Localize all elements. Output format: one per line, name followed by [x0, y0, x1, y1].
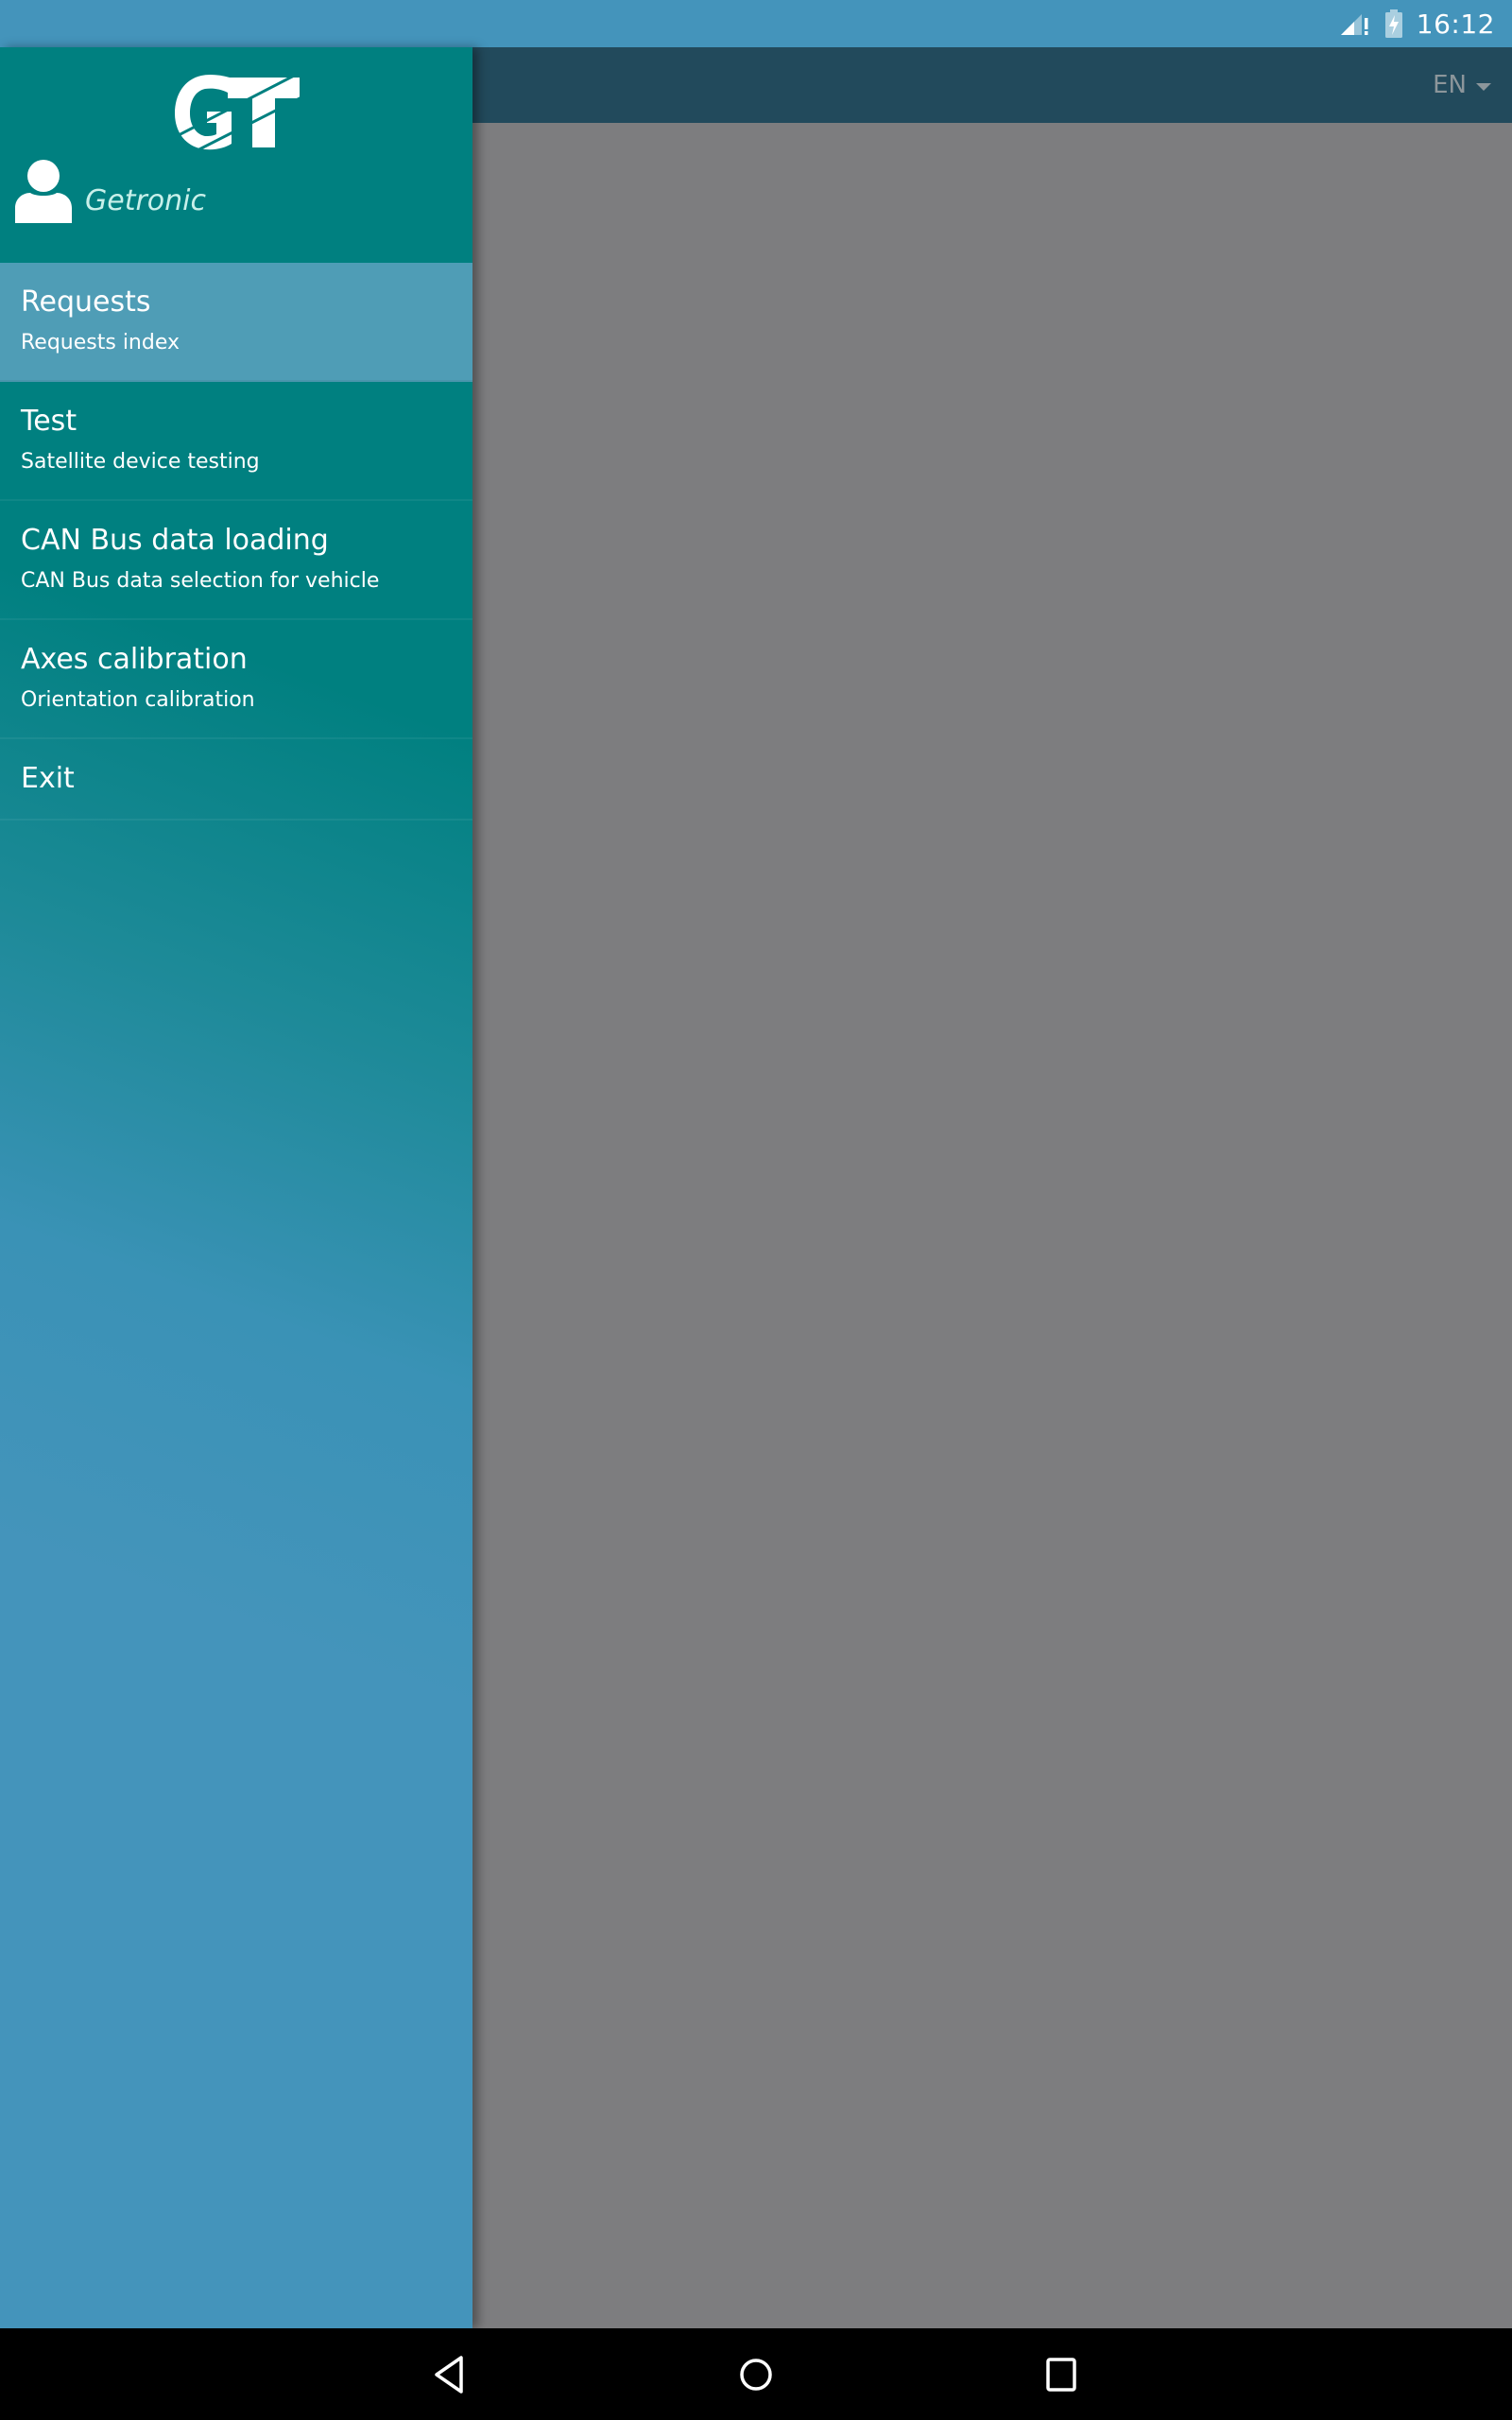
language-dropdown[interactable]: EN	[1433, 47, 1491, 123]
user-avatar-icon	[15, 160, 72, 223]
drawer-menu: Requests Requests index Test Satellite d…	[0, 263, 472, 821]
user-name: Getronic	[85, 184, 206, 217]
menu-item-subtitle: Satellite device testing	[21, 450, 260, 474]
drawer-header: Getronic	[0, 47, 472, 263]
language-label: EN	[1433, 71, 1467, 99]
user-row: Getronic	[13, 159, 206, 225]
menu-item-title: CAN Bus data loading	[21, 524, 329, 557]
back-button[interactable]	[421, 2355, 478, 2394]
chevron-down-icon	[1476, 83, 1491, 91]
menu-item-subtitle: Requests index	[21, 331, 180, 354]
navigation-drawer: Getronic Requests Requests index Test Sa…	[0, 47, 472, 2328]
status-bar: 16:12	[0, 0, 1512, 47]
menu-item-exit[interactable]: Exit	[0, 739, 472, 821]
menu-item-title: Axes calibration	[21, 643, 248, 676]
menu-item-subtitle: CAN Bus data selection for vehicle	[21, 569, 380, 593]
menu-item-title: Test	[21, 405, 77, 438]
recents-button[interactable]	[1033, 2355, 1090, 2394]
menu-item-axes-calibration[interactable]: Axes calibration Orientation calibration	[0, 620, 472, 739]
menu-item-title: Exit	[21, 762, 75, 795]
status-time: 16:12	[1416, 8, 1495, 40]
home-icon	[740, 2359, 772, 2391]
gt-logo	[173, 74, 301, 151]
battery-charging-icon	[1384, 9, 1403, 38]
menu-item-can-bus-data-loading[interactable]: CAN Bus data loading CAN Bus data select…	[0, 501, 472, 620]
home-button[interactable]	[728, 2355, 784, 2394]
back-icon	[435, 2356, 463, 2394]
system-nav-bar	[0, 2328, 1512, 2420]
recents-icon	[1046, 2358, 1076, 2392]
menu-item-title: Requests	[21, 285, 151, 319]
menu-item-subtitle: Orientation calibration	[21, 688, 255, 712]
menu-item-requests[interactable]: Requests Requests index	[0, 263, 472, 382]
signal-no-data-icon	[1339, 10, 1371, 37]
menu-item-test[interactable]: Test Satellite device testing	[0, 382, 472, 501]
